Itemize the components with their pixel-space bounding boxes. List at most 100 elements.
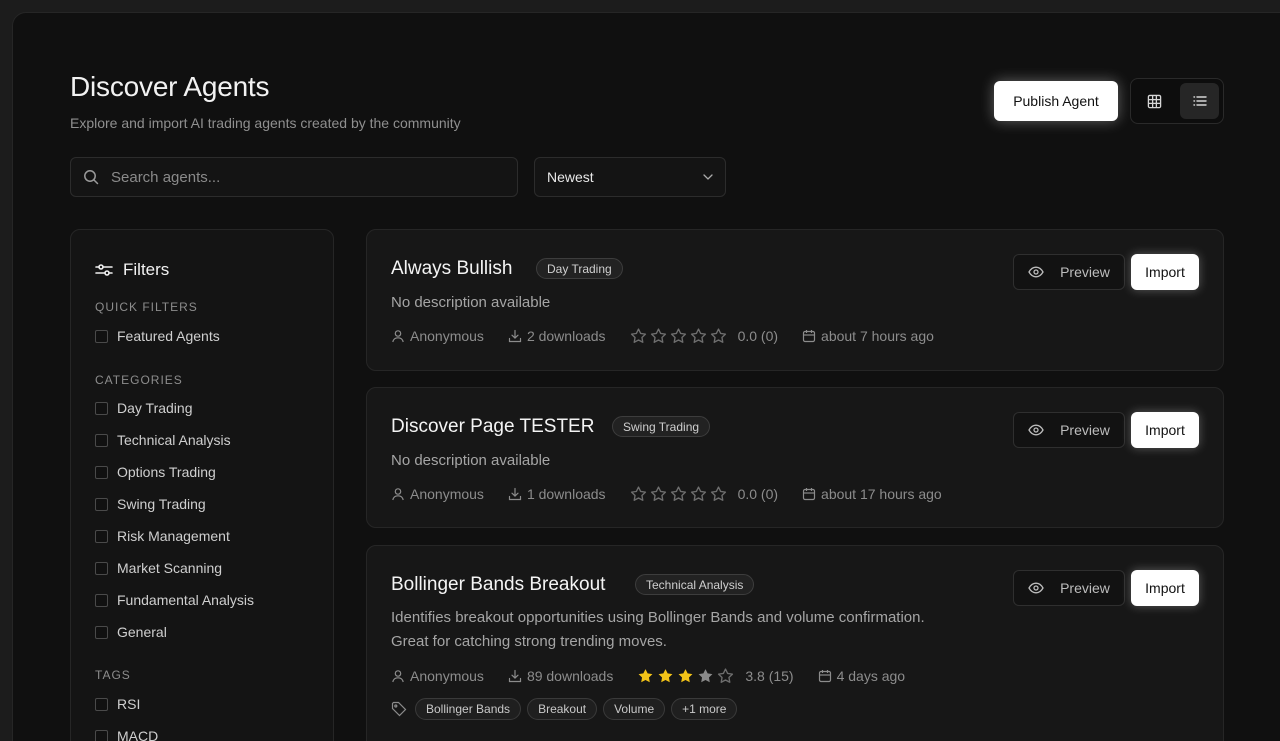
- chevron-down-icon: [703, 174, 713, 180]
- star-rating: [630, 327, 727, 344]
- checkbox[interactable]: [95, 497, 108, 511]
- filter-label: Risk Management: [117, 528, 230, 544]
- filter-category-swing-trading[interactable]: Swing Trading: [95, 496, 206, 512]
- time-ago: about 7 hours ago: [821, 327, 934, 344]
- user-icon: [392, 669, 404, 682]
- checkbox[interactable]: [95, 401, 108, 415]
- import-button[interactable]: Import: [1131, 412, 1199, 448]
- timestamp: about 17 hours ago: [802, 486, 942, 502]
- page-subtitle: Explore and import AI trading agents cre…: [70, 115, 461, 131]
- checkbox[interactable]: [95, 561, 108, 575]
- checkbox[interactable]: [95, 529, 108, 543]
- timestamp: about 7 hours ago: [802, 328, 934, 344]
- star-empty-icon: [690, 486, 706, 501]
- filter-category-fundamental-analysis[interactable]: Fundamental Analysis: [95, 592, 254, 608]
- star-filled-icon: [658, 669, 673, 683]
- agent-meta: Anonymous 89 downloads 3.8 (15) 4 days a…: [391, 667, 905, 684]
- agent-card[interactable]: Bollinger Bands Breakout Technical Analy…: [366, 545, 1224, 741]
- tag-pill[interactable]: Volume: [603, 698, 666, 720]
- rating-text: 0.0 (0): [737, 485, 779, 502]
- preview-button[interactable]: Preview: [1013, 254, 1125, 290]
- agent-description: No description available: [391, 291, 550, 315]
- tags-label: TAGS: [95, 668, 131, 682]
- calendar-icon: [802, 487, 816, 500]
- checkbox[interactable]: [95, 625, 108, 639]
- downloads-count: 2 downloads: [526, 327, 606, 344]
- agent-card[interactable]: Discover Page TESTER Swing Trading No de…: [366, 387, 1224, 528]
- tag-row: Bollinger Bands Breakout Volume +1 more: [391, 698, 738, 720]
- checkbox[interactable]: [95, 593, 108, 607]
- filter-label: Fundamental Analysis: [117, 592, 254, 608]
- filter-featured-agents[interactable]: Featured Agents: [95, 328, 220, 344]
- star-empty-icon: [650, 486, 666, 501]
- more-tags-pill[interactable]: +1 more: [671, 698, 738, 720]
- filter-label: RSI: [117, 696, 141, 712]
- checkbox[interactable]: [95, 697, 108, 711]
- filter-category-options-trading[interactable]: Options Trading: [95, 464, 216, 480]
- search-box: [70, 157, 518, 197]
- grid-view-button[interactable]: [1135, 83, 1174, 119]
- agent-meta: Anonymous 1 downloads 0.0 (0) about 17 h…: [391, 485, 942, 502]
- agent-meta: Anonymous 2 downloads 0.0 (0) about 7 ho…: [391, 327, 934, 344]
- star-empty-icon: [698, 669, 713, 683]
- timestamp: 4 days ago: [818, 668, 905, 684]
- preview-label: Preview: [1060, 580, 1110, 596]
- preview-button[interactable]: Preview: [1013, 412, 1125, 448]
- filter-category-risk-management[interactable]: Risk Management: [95, 528, 230, 544]
- filter-label: Options Trading: [117, 464, 216, 480]
- tag-pill[interactable]: Bollinger Bands: [415, 698, 522, 720]
- quick-filters-label: QUICK FILTERS: [95, 300, 198, 314]
- filter-category-day-trading[interactable]: Day Trading: [95, 400, 192, 416]
- star-empty-icon: [710, 328, 726, 343]
- tag-pill[interactable]: Breakout: [527, 698, 598, 720]
- filter-category-general[interactable]: General: [95, 624, 167, 640]
- rating: 0.0 (0): [630, 327, 778, 344]
- filter-category-market-scanning[interactable]: Market Scanning: [95, 560, 222, 576]
- checkbox[interactable]: [95, 329, 108, 343]
- import-button[interactable]: Import: [1131, 254, 1199, 290]
- filter-category-technical-analysis[interactable]: Technical Analysis: [95, 432, 231, 448]
- filter-label: Market Scanning: [117, 560, 223, 576]
- star-empty-icon: [718, 668, 734, 683]
- preview-label: Preview: [1060, 264, 1110, 280]
- downloads: 89 downloads: [508, 668, 613, 684]
- preview-button[interactable]: Preview: [1013, 570, 1125, 606]
- author: Anonymous: [391, 668, 484, 684]
- time-ago: about 17 hours ago: [821, 485, 942, 502]
- category-badge: Day Trading: [536, 258, 623, 279]
- publish-agent-button[interactable]: Publish Agent: [994, 81, 1118, 121]
- description-line: Great for catching strong trending moves…: [391, 633, 667, 650]
- user-icon: [392, 329, 404, 342]
- agent-name: Discover Page TESTER: [391, 416, 595, 437]
- calendar-icon: [818, 669, 831, 682]
- star-empty-icon: [690, 328, 706, 343]
- checkbox[interactable]: [95, 465, 108, 479]
- filter-tag-rsi[interactable]: RSI: [95, 696, 140, 712]
- filter-tag-macd[interactable]: MACD: [95, 728, 158, 741]
- filter-label: General: [117, 624, 167, 640]
- star-empty-icon: [630, 328, 646, 343]
- filter-label: Technical Analysis: [117, 432, 231, 448]
- filters-title: Filters: [123, 260, 170, 279]
- star-empty-icon: [650, 328, 666, 343]
- downloads: 1 downloads: [508, 486, 606, 502]
- search-input[interactable]: [111, 168, 491, 186]
- eye-icon: [1028, 266, 1044, 278]
- import-button[interactable]: Import: [1131, 570, 1199, 606]
- eye-icon: [1028, 424, 1044, 436]
- grid-icon: [1147, 94, 1162, 108]
- download-icon: [508, 487, 522, 500]
- star-filled-icon: [678, 669, 693, 683]
- author: Anonymous: [391, 486, 484, 502]
- agent-name: Bollinger Bands Breakout: [391, 574, 606, 595]
- list-view-button[interactable]: [1180, 83, 1219, 119]
- author-name: Anonymous: [410, 327, 484, 344]
- sort-selected-value: Newest: [547, 169, 594, 185]
- checkbox[interactable]: [95, 729, 108, 741]
- agent-card[interactable]: Always Bullish Day Trading No descriptio…: [366, 229, 1224, 371]
- filter-label: Swing Trading: [117, 496, 206, 512]
- list-icon: [1192, 96, 1207, 106]
- checkbox[interactable]: [95, 433, 108, 447]
- sort-select[interactable]: Newest: [534, 157, 726, 197]
- rating-text: 0.0 (0): [737, 327, 779, 344]
